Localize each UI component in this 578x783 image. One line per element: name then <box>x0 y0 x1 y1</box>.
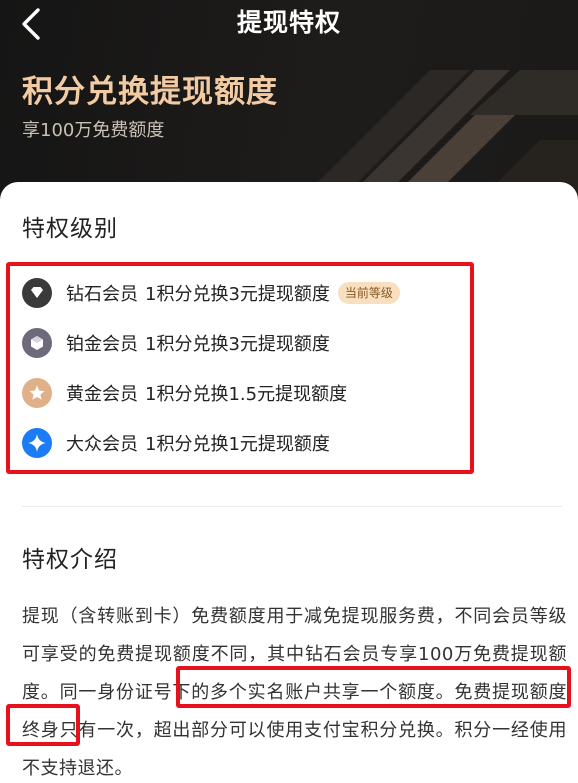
intro-paragraph: 提现（含转账到卡）免费额度用于减免提现服务费，不同会员等级可享受的免费提现额度不… <box>22 598 567 783</box>
tier-name: 铂金会员 <box>66 334 138 355</box>
hero-subtitle: 享100万免费额度 <box>22 120 165 141</box>
sparkle-icon <box>22 428 52 458</box>
section-divider <box>22 506 562 507</box>
tier-item-gold: 黄金会员 1积分兑换1.5元提现额度 <box>22 376 347 410</box>
platinum-icon <box>22 328 52 358</box>
tier-name: 钻石会员 <box>66 284 138 305</box>
tier-rate: 1积分兑换1元提现额度 <box>145 434 330 455</box>
tier-rate: 1积分兑换3元提现额度 <box>145 334 330 355</box>
tier-item-diamond: 钻石会员 1积分兑换3元提现额度 当前等级 <box>22 276 400 310</box>
page: 提现特权 积分兑换提现额度 享100万免费额度 特权级别 钻石会员 1积分兑换3… <box>0 0 578 783</box>
hero-banner: 提现特权 积分兑换提现额度 享100万免费额度 <box>0 0 578 200</box>
tier-rate: 1积分兑换3元提现额度 <box>145 284 330 305</box>
gold-star-icon <box>22 378 52 408</box>
page-title: 提现特权 <box>236 8 341 37</box>
tier-item-public: 大众会员 1积分兑换1元提现额度 <box>22 426 330 460</box>
levels-section-title: 特权级别 <box>22 216 118 242</box>
tier-list: 钻石会员 1积分兑换3元提现额度 当前等级 铂金会员 1积分兑换3元提现额度 黄… <box>8 264 470 472</box>
hero-title: 积分兑换提现额度 <box>22 74 278 110</box>
tier-item-platinum: 铂金会员 1积分兑换3元提现额度 <box>22 326 330 360</box>
intro-text-highlight: 同一身份证号下的多个实名账户共享一个额度。 <box>59 682 455 703</box>
tier-rate: 1积分兑换1.5元提现额度 <box>145 384 348 405</box>
nav-bar: 提现特权 <box>0 0 578 46</box>
diamond-icon <box>22 278 52 308</box>
tier-name: 黄金会员 <box>66 384 138 405</box>
current-level-badge: 当前等级 <box>337 282 400 304</box>
intro-section-title: 特权介绍 <box>22 547 118 573</box>
tier-name: 大众会员 <box>66 434 138 455</box>
